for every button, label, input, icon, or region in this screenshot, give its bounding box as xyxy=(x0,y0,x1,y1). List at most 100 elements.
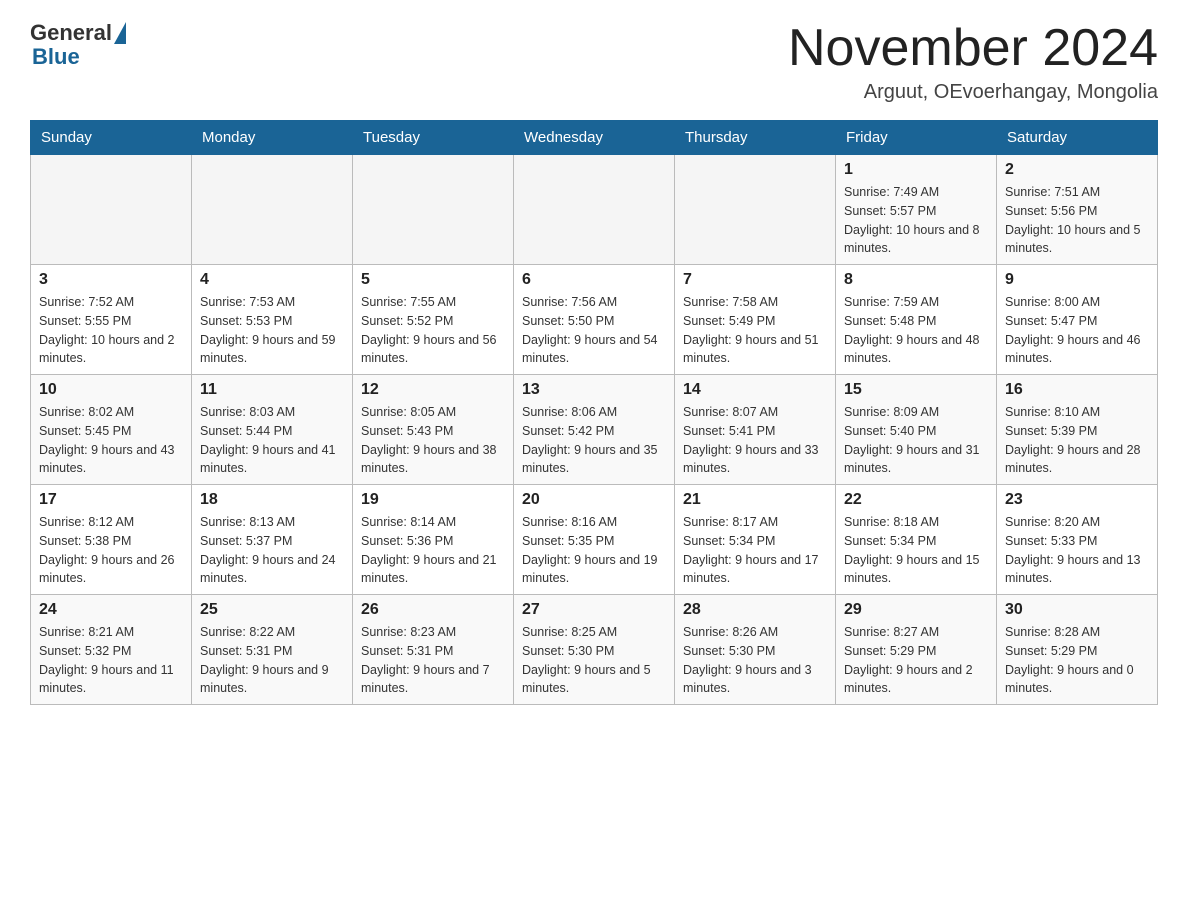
day-info: Sunrise: 8:23 AM Sunset: 5:31 PM Dayligh… xyxy=(361,623,505,698)
day-info: Sunrise: 8:21 AM Sunset: 5:32 PM Dayligh… xyxy=(39,623,183,698)
calendar-cell: 29 Sunrise: 8:27 AM Sunset: 5:29 PM Dayli… xyxy=(836,595,997,705)
day-info: Sunrise: 8:27 AM Sunset: 5:29 PM Dayligh… xyxy=(844,623,988,698)
day-info: Sunrise: 8:02 AM Sunset: 5:45 PM Dayligh… xyxy=(39,403,183,478)
header: General Blue November 2024 Arguut, OEvoe… xyxy=(30,20,1158,104)
title-area: November 2024 Arguut, OEvoerhangay, Mong… xyxy=(788,20,1158,104)
day-number: 11 xyxy=(200,381,344,399)
day-number: 30 xyxy=(1005,601,1149,619)
day-number: 17 xyxy=(39,491,183,509)
column-header-friday: Friday xyxy=(836,121,997,155)
day-number: 13 xyxy=(522,381,666,399)
day-number: 26 xyxy=(361,601,505,619)
calendar-week-row: 3 Sunrise: 7:52 AM Sunset: 5:55 PM Daylig… xyxy=(31,265,1158,375)
subtitle: Arguut, OEvoerhangay, Mongolia xyxy=(788,81,1158,104)
calendar-cell: 28 Sunrise: 8:26 AM Sunset: 5:30 PM Dayli… xyxy=(675,595,836,705)
day-info: Sunrise: 8:18 AM Sunset: 5:34 PM Dayligh… xyxy=(844,513,988,588)
calendar-cell: 10Sunrise: 8:02 AM Sunset: 5:45 PM Dayli… xyxy=(31,375,192,485)
calendar-cell: 24Sunrise: 8:21 AM Sunset: 5:32 PM Dayli… xyxy=(31,595,192,705)
day-info: Sunrise: 8:25 AM Sunset: 5:30 PM Dayligh… xyxy=(522,623,666,698)
day-number: 27 xyxy=(522,601,666,619)
calendar-table: SundayMondayTuesdayWednesdayThursdayFrid… xyxy=(30,120,1158,705)
calendar-week-row: 10Sunrise: 8:02 AM Sunset: 5:45 PM Dayli… xyxy=(31,375,1158,485)
calendar-cell: 15 Sunrise: 8:09 AM Sunset: 5:40 PM Dayli… xyxy=(836,375,997,485)
day-number: 2 xyxy=(1005,161,1149,179)
calendar-cell: 4 Sunrise: 7:53 AM Sunset: 5:53 PM Daylig… xyxy=(192,265,353,375)
calendar-cell xyxy=(31,155,192,265)
day-number: 18 xyxy=(200,491,344,509)
calendar-cell: 19 Sunrise: 8:14 AM Sunset: 5:36 PM Dayli… xyxy=(353,485,514,595)
day-info: Sunrise: 7:53 AM Sunset: 5:53 PM Dayligh… xyxy=(200,293,344,368)
day-number: 28 xyxy=(683,601,827,619)
day-info: Sunrise: 8:07 AM Sunset: 5:41 PM Dayligh… xyxy=(683,403,827,478)
day-info: Sunrise: 8:00 AM Sunset: 5:47 PM Dayligh… xyxy=(1005,293,1149,368)
calendar-cell: 25 Sunrise: 8:22 AM Sunset: 5:31 PM Dayli… xyxy=(192,595,353,705)
calendar-cell: 16Sunrise: 8:10 AM Sunset: 5:39 PM Dayli… xyxy=(997,375,1158,485)
day-info: Sunrise: 8:05 AM Sunset: 5:43 PM Dayligh… xyxy=(361,403,505,478)
calendar-cell: 6Sunrise: 7:56 AM Sunset: 5:50 PM Daylig… xyxy=(514,265,675,375)
day-number: 12 xyxy=(361,381,505,399)
column-header-saturday: Saturday xyxy=(997,121,1158,155)
day-info: Sunrise: 8:20 AM Sunset: 5:33 PM Dayligh… xyxy=(1005,513,1149,588)
calendar-cell: 21Sunrise: 8:17 AM Sunset: 5:34 PM Dayli… xyxy=(675,485,836,595)
calendar-cell xyxy=(192,155,353,265)
logo-triangle-icon xyxy=(114,22,126,44)
calendar-cell: 11Sunrise: 8:03 AM Sunset: 5:44 PM Dayli… xyxy=(192,375,353,485)
calendar-cell: 26 Sunrise: 8:23 AM Sunset: 5:31 PM Dayli… xyxy=(353,595,514,705)
logo: General Blue xyxy=(30,20,126,70)
day-number: 15 xyxy=(844,381,988,399)
calendar-cell: 7 Sunrise: 7:58 AM Sunset: 5:49 PM Daylig… xyxy=(675,265,836,375)
day-number: 29 xyxy=(844,601,988,619)
day-info: Sunrise: 8:09 AM Sunset: 5:40 PM Dayligh… xyxy=(844,403,988,478)
calendar-cell: 5Sunrise: 7:55 AM Sunset: 5:52 PM Daylig… xyxy=(353,265,514,375)
day-info: Sunrise: 7:52 AM Sunset: 5:55 PM Dayligh… xyxy=(39,293,183,368)
day-number: 23 xyxy=(1005,491,1149,509)
column-header-thursday: Thursday xyxy=(675,121,836,155)
day-info: Sunrise: 7:58 AM Sunset: 5:49 PM Dayligh… xyxy=(683,293,827,368)
day-info: Sunrise: 8:16 AM Sunset: 5:35 PM Dayligh… xyxy=(522,513,666,588)
day-number: 19 xyxy=(361,491,505,509)
day-number: 25 xyxy=(200,601,344,619)
calendar-cell xyxy=(514,155,675,265)
calendar-cell: 20 Sunrise: 8:16 AM Sunset: 5:35 PM Dayli… xyxy=(514,485,675,595)
day-number: 8 xyxy=(844,271,988,289)
day-number: 7 xyxy=(683,271,827,289)
day-number: 22 xyxy=(844,491,988,509)
day-number: 20 xyxy=(522,491,666,509)
day-info: Sunrise: 8:12 AM Sunset: 5:38 PM Dayligh… xyxy=(39,513,183,588)
day-number: 3 xyxy=(39,271,183,289)
day-number: 21 xyxy=(683,491,827,509)
day-number: 14 xyxy=(683,381,827,399)
calendar-cell xyxy=(675,155,836,265)
calendar-cell xyxy=(353,155,514,265)
day-info: Sunrise: 8:06 AM Sunset: 5:42 PM Dayligh… xyxy=(522,403,666,478)
day-number: 4 xyxy=(200,271,344,289)
calendar-cell: 30Sunrise: 8:28 AM Sunset: 5:29 PM Dayli… xyxy=(997,595,1158,705)
calendar-header-row: SundayMondayTuesdayWednesdayThursdayFrid… xyxy=(31,121,1158,155)
calendar-cell: 12 Sunrise: 8:05 AM Sunset: 5:43 PM Dayli… xyxy=(353,375,514,485)
day-info: Sunrise: 8:14 AM Sunset: 5:36 PM Dayligh… xyxy=(361,513,505,588)
day-info: Sunrise: 8:10 AM Sunset: 5:39 PM Dayligh… xyxy=(1005,403,1149,478)
day-info: Sunrise: 8:13 AM Sunset: 5:37 PM Dayligh… xyxy=(200,513,344,588)
column-header-tuesday: Tuesday xyxy=(353,121,514,155)
day-info: Sunrise: 7:51 AM Sunset: 5:56 PM Dayligh… xyxy=(1005,183,1149,258)
calendar-cell: 17 Sunrise: 8:12 AM Sunset: 5:38 PM Dayli… xyxy=(31,485,192,595)
calendar-cell: 3 Sunrise: 7:52 AM Sunset: 5:55 PM Daylig… xyxy=(31,265,192,375)
calendar-cell: 1Sunrise: 7:49 AM Sunset: 5:57 PM Daylig… xyxy=(836,155,997,265)
day-number: 1 xyxy=(844,161,988,179)
calendar-week-row: 24Sunrise: 8:21 AM Sunset: 5:32 PM Dayli… xyxy=(31,595,1158,705)
calendar-cell: 23 Sunrise: 8:20 AM Sunset: 5:33 PM Dayli… xyxy=(997,485,1158,595)
column-header-wednesday: Wednesday xyxy=(514,121,675,155)
calendar-cell: 8Sunrise: 7:59 AM Sunset: 5:48 PM Daylig… xyxy=(836,265,997,375)
day-info: Sunrise: 7:55 AM Sunset: 5:52 PM Dayligh… xyxy=(361,293,505,368)
calendar-cell: 22 Sunrise: 8:18 AM Sunset: 5:34 PM Dayli… xyxy=(836,485,997,595)
logo-blue-text: Blue xyxy=(32,44,80,70)
day-info: Sunrise: 8:26 AM Sunset: 5:30 PM Dayligh… xyxy=(683,623,827,698)
column-header-monday: Monday xyxy=(192,121,353,155)
calendar-week-row: 17 Sunrise: 8:12 AM Sunset: 5:38 PM Dayli… xyxy=(31,485,1158,595)
day-info: Sunrise: 8:22 AM Sunset: 5:31 PM Dayligh… xyxy=(200,623,344,698)
day-number: 9 xyxy=(1005,271,1149,289)
logo-general-text: General xyxy=(30,20,112,46)
calendar-cell: 13 Sunrise: 8:06 AM Sunset: 5:42 PM Dayli… xyxy=(514,375,675,485)
day-info: Sunrise: 7:56 AM Sunset: 5:50 PM Dayligh… xyxy=(522,293,666,368)
calendar-cell: 27 Sunrise: 8:25 AM Sunset: 5:30 PM Dayli… xyxy=(514,595,675,705)
